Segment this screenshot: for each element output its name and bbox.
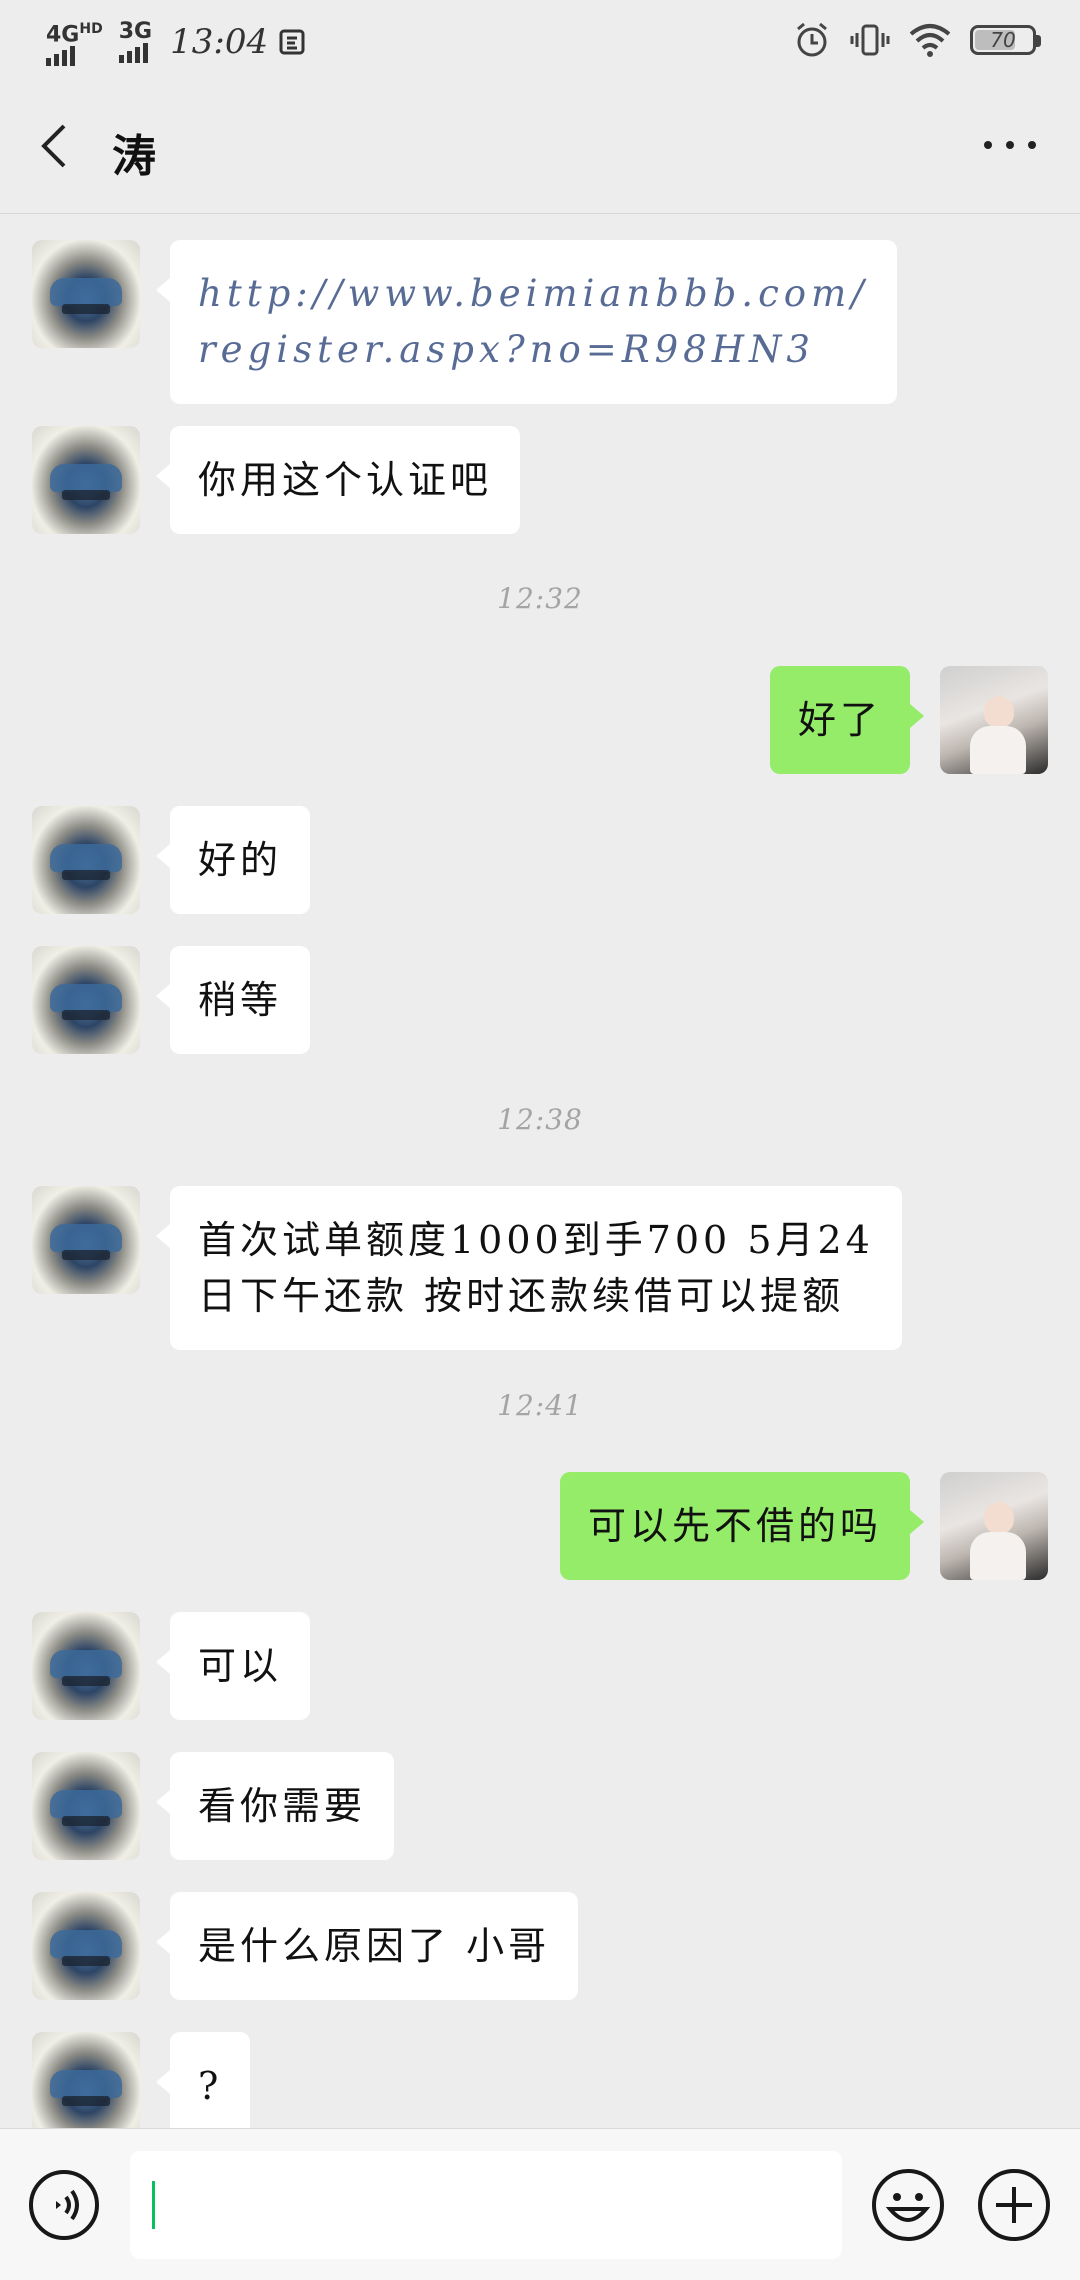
status-right: 70 — [792, 20, 1041, 60]
chat-title: 涛 — [112, 131, 156, 182]
status-bar: 4GHD 3G 13:04 70 — [0, 0, 1080, 80]
message-input[interactable] — [130, 2151, 842, 2259]
message-row: 你用这个认证吧 — [32, 426, 521, 534]
contact-avatar[interactable] — [32, 1892, 140, 2000]
vibrate-icon — [850, 24, 890, 56]
message-bubble[interactable]: 首次试单额度1000到手700 5月24 日下午还款 按时还款续借可以提额 — [156, 1186, 902, 1350]
status-left: 4GHD 3G 13:04 — [46, 18, 308, 67]
link-bubble[interactable]: http://www.beimianbbb.com/ register.aspx… — [156, 240, 897, 404]
message-row: 看你需要 — [32, 1752, 395, 1860]
message-bubble[interactable]: 好的 — [155, 806, 311, 914]
contact-avatar[interactable] — [32, 1612, 140, 1720]
chat-header: 涛 — [0, 80, 1080, 214]
message-row: 好了 — [769, 666, 1048, 774]
contact-avatar[interactable] — [32, 946, 140, 1054]
contact-avatar[interactable] — [32, 2032, 140, 2140]
my-avatar[interactable] — [940, 1472, 1048, 1580]
message-bubble[interactable]: 你用这个认证吧 — [155, 426, 521, 534]
alarm-icon — [797, 22, 827, 57]
wifi-icon — [909, 24, 951, 57]
screenshot-icon — [279, 29, 305, 55]
contact-avatar[interactable] — [32, 1186, 140, 1294]
plus-icon[interactable] — [976, 2167, 1052, 2243]
message-bubble[interactable]: 可以 — [155, 1612, 311, 1720]
contact-avatar[interactable] — [32, 1752, 140, 1860]
input-bar — [0, 2128, 1080, 2280]
message-bubble[interactable]: 稍等 — [155, 946, 311, 1054]
signal-icon-2 — [118, 43, 148, 64]
message-row: 稍等 — [32, 946, 311, 1054]
timestamp: 12:38 — [497, 1103, 583, 1136]
network-4g: 4GHD — [46, 18, 103, 67]
signal-icon — [46, 46, 75, 67]
contact-avatar[interactable] — [32, 806, 140, 914]
message-row: ? — [32, 2032, 251, 2140]
message-bubble[interactable]: 是什么原因了 小哥 — [155, 1892, 579, 2000]
emoji-icon[interactable] — [870, 2167, 946, 2243]
message-bubble[interactable]: ? — [155, 2032, 251, 2140]
my-avatar[interactable] — [940, 666, 1048, 774]
message-row: 首次试单额度1000到手700 5月24 日下午还款 按时还款续借可以提额 — [32, 1186, 902, 1350]
message-row: 好的 — [32, 806, 311, 914]
contact-avatar[interactable] — [32, 240, 140, 348]
link-line-1: http://www.beimianbbb.com/ — [198, 272, 869, 315]
message-line-1: 首次试单额度1000到手700 5月24 — [198, 1218, 874, 1262]
network-3g: 3G — [118, 19, 153, 64]
voice-icon[interactable] — [28, 2169, 100, 2241]
network-3g-label: 3G — [118, 19, 153, 45]
status-time: 13:04 — [170, 22, 269, 63]
message-row: 可以先不借的吗 — [559, 1472, 1048, 1580]
network-4g-label: 4G — [46, 22, 80, 48]
timestamp: 12:41 — [497, 1389, 583, 1422]
link-line-2: register.aspx?no=R98HN3 — [198, 328, 815, 371]
message-row: http://www.beimianbbb.com/ register.aspx… — [32, 240, 897, 404]
message-bubble[interactable]: 看你需要 — [155, 1752, 395, 1860]
timestamp: 12:32 — [497, 582, 583, 615]
battery-icon: 70 — [970, 25, 1041, 55]
message-bubble[interactable]: 好了 — [769, 666, 925, 774]
message-row: 可以 — [32, 1612, 311, 1720]
back-arrow-icon[interactable] — [32, 118, 82, 174]
battery-level: 70 — [990, 28, 1016, 52]
message-row: 是什么原因了 小哥 — [32, 1892, 579, 2000]
message-bubble[interactable]: 可以先不借的吗 — [559, 1472, 925, 1580]
contact-avatar[interactable] — [32, 426, 140, 534]
text-caret — [152, 2181, 155, 2229]
more-dots-icon[interactable] — [980, 130, 1040, 160]
message-line-2: 日下午还款 按时还款续借可以提额 — [198, 1274, 845, 1318]
network-hd-label: HD — [79, 21, 103, 37]
